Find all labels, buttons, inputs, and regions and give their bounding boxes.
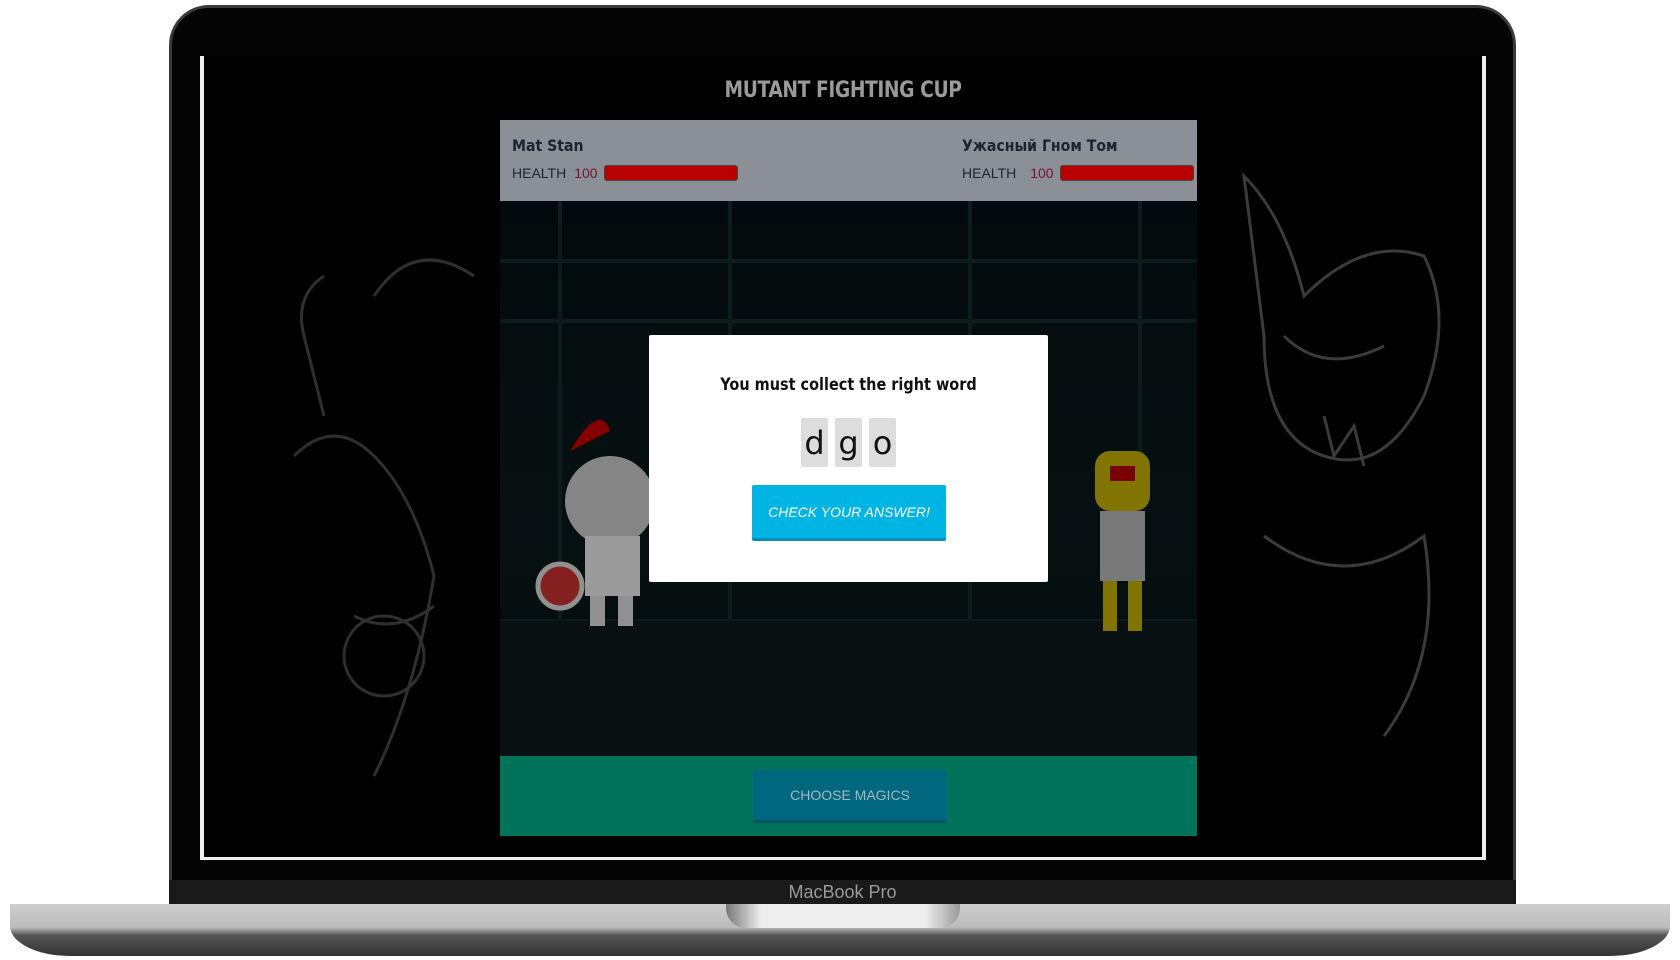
letter-tile[interactable]: o [869, 418, 896, 467]
monster-art-right [1241, 171, 1441, 737]
players-header: Mat Stan HEALTH 100 Ужасный Гном Том HEAL… [500, 120, 1197, 201]
player2-name: Ужасный Гном Том [962, 136, 1118, 155]
player2-health-label: HEALTH [962, 165, 1017, 181]
game-screen: MUTANT FIGHTING CUP Mat Stan HEALTH 100 У… [200, 56, 1486, 860]
player2-health-bar [1059, 165, 1194, 181]
game-title: MUTANT FIGHTING CUP [724, 78, 962, 103]
word-modal: You must collect the right word d g o CH… [649, 335, 1048, 582]
player1-health-value: 100 [574, 165, 598, 181]
player2-health-value: 100 [1030, 165, 1054, 181]
player2-panel: Ужасный Гном Том HEALTH 100 [962, 136, 1194, 181]
device-label: MacBook Pro [169, 880, 1516, 904]
player1-panel: Mat Stan HEALTH 100 [512, 136, 738, 181]
letter-tiles: d g o [649, 418, 1048, 467]
letter-tile[interactable]: d [801, 418, 828, 467]
panel-backdrop [500, 756, 1197, 836]
player1-name: Mat Stan [512, 136, 584, 155]
modal-title: You must collect the right word [720, 375, 977, 395]
letter-tile[interactable]: g [835, 418, 862, 467]
player1-health-bar [603, 165, 738, 181]
laptop-notch [726, 904, 960, 928]
player1-health-label: HEALTH [512, 165, 567, 181]
zombie-art-left [292, 258, 475, 777]
check-answer-button[interactable]: CHECK YOUR ANSWER! [752, 485, 946, 541]
